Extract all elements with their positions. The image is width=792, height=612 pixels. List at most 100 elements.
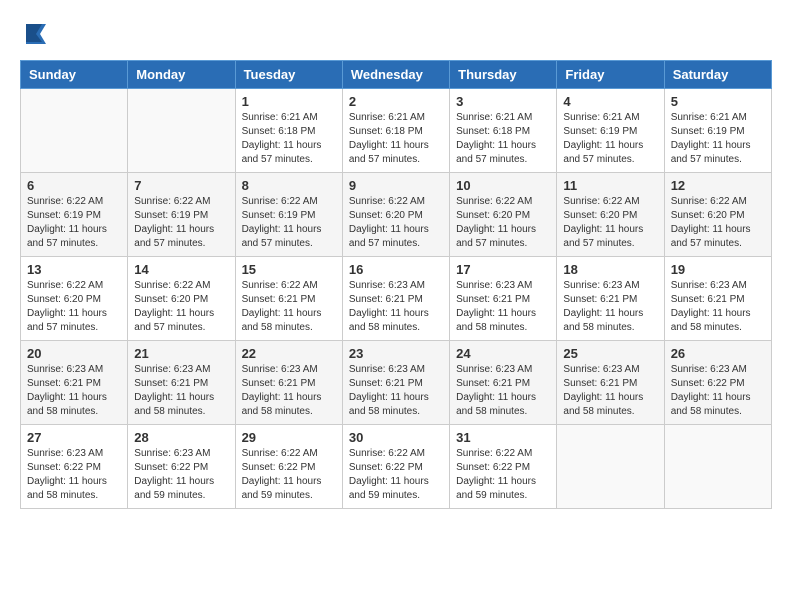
day-number: 19 (671, 262, 765, 277)
day-info: Sunrise: 6:21 AM Sunset: 6:19 PM Dayligh… (563, 111, 657, 167)
calendar-cell: 30 Sunrise: 6:22 AM Sunset: 6:22 PM Dayli… (342, 425, 449, 509)
day-info: Sunrise: 6:21 AM Sunset: 6:18 PM Dayligh… (242, 111, 336, 167)
day-number: 16 (349, 262, 443, 277)
day-info: Sunrise: 6:23 AM Sunset: 6:21 PM Dayligh… (349, 279, 443, 335)
day-number: 10 (456, 178, 550, 193)
day-info: Sunrise: 6:22 AM Sunset: 6:22 PM Dayligh… (456, 447, 550, 503)
calendar-cell: 2Sunrise: 6:21 AM Sunset: 6:18 PM Daylig… (342, 89, 449, 173)
day-info: Sunrise: 6:23 AM Sunset: 6:22 PM Dayligh… (671, 363, 765, 419)
calendar-cell: 7 Sunrise: 6:22 AM Sunset: 6:19 PM Daylig… (128, 173, 235, 257)
day-info: Sunrise: 6:22 AM Sunset: 6:22 PM Dayligh… (242, 447, 336, 503)
weekday-header-saturday: Saturday (664, 61, 771, 89)
calendar-cell: 22Sunrise: 6:23 AM Sunset: 6:21 PM Dayli… (235, 341, 342, 425)
calendar-cell: 15 Sunrise: 6:22 AM Sunset: 6:21 PM Dayli… (235, 257, 342, 341)
calendar-cell: 3 Sunrise: 6:21 AM Sunset: 6:18 PM Daylig… (450, 89, 557, 173)
calendar-cell (664, 425, 771, 509)
day-number: 30 (349, 430, 443, 445)
day-number: 24 (456, 346, 550, 361)
day-info: Sunrise: 6:22 AM Sunset: 6:19 PM Dayligh… (27, 195, 121, 251)
day-number: 29 (242, 430, 336, 445)
day-number: 5 (671, 94, 765, 109)
day-info: Sunrise: 6:23 AM Sunset: 6:21 PM Dayligh… (671, 279, 765, 335)
day-number: 27 (27, 430, 121, 445)
calendar-cell: 19 Sunrise: 6:23 AM Sunset: 6:21 PM Dayli… (664, 257, 771, 341)
day-number: 25 (563, 346, 657, 361)
day-info: Sunrise: 6:22 AM Sunset: 6:20 PM Dayligh… (134, 279, 228, 335)
calendar-cell: 21 Sunrise: 6:23 AM Sunset: 6:21 PM Dayli… (128, 341, 235, 425)
day-number: 28 (134, 430, 228, 445)
day-number: 22 (242, 346, 336, 361)
calendar-cell: 24 Sunrise: 6:23 AM Sunset: 6:21 PM Dayli… (450, 341, 557, 425)
day-info: Sunrise: 6:22 AM Sunset: 6:19 PM Dayligh… (242, 195, 336, 251)
day-info: Sunrise: 6:23 AM Sunset: 6:21 PM Dayligh… (134, 363, 228, 419)
calendar-cell (21, 89, 128, 173)
calendar-cell: 6Sunrise: 6:22 AM Sunset: 6:19 PM Daylig… (21, 173, 128, 257)
weekday-header-wednesday: Wednesday (342, 61, 449, 89)
day-number: 8 (242, 178, 336, 193)
calendar-table: SundayMondayTuesdayWednesdayThursdayFrid… (20, 60, 772, 509)
day-info: Sunrise: 6:23 AM Sunset: 6:22 PM Dayligh… (27, 447, 121, 503)
day-number: 3 (456, 94, 550, 109)
calendar-week-row: 27 Sunrise: 6:23 AM Sunset: 6:22 PM Dayli… (21, 425, 772, 509)
day-number: 4 (563, 94, 657, 109)
day-number: 7 (134, 178, 228, 193)
calendar-week-row: 13Sunrise: 6:22 AM Sunset: 6:20 PM Dayli… (21, 257, 772, 341)
day-info: Sunrise: 6:22 AM Sunset: 6:20 PM Dayligh… (27, 279, 121, 335)
day-info: Sunrise: 6:22 AM Sunset: 6:22 PM Dayligh… (349, 447, 443, 503)
day-number: 12 (671, 178, 765, 193)
day-info: Sunrise: 6:22 AM Sunset: 6:20 PM Dayligh… (456, 195, 550, 251)
calendar-cell: 25 Sunrise: 6:23 AM Sunset: 6:21 PM Dayli… (557, 341, 664, 425)
day-number: 15 (242, 262, 336, 277)
day-info: Sunrise: 6:22 AM Sunset: 6:20 PM Dayligh… (349, 195, 443, 251)
weekday-header-row: SundayMondayTuesdayWednesdayThursdayFrid… (21, 61, 772, 89)
day-number: 21 (134, 346, 228, 361)
day-number: 1 (242, 94, 336, 109)
day-info: Sunrise: 6:22 AM Sunset: 6:21 PM Dayligh… (242, 279, 336, 335)
day-info: Sunrise: 6:23 AM Sunset: 6:21 PM Dayligh… (563, 279, 657, 335)
calendar-cell: 23Sunrise: 6:23 AM Sunset: 6:21 PM Dayli… (342, 341, 449, 425)
calendar-cell: 29 Sunrise: 6:22 AM Sunset: 6:22 PM Dayli… (235, 425, 342, 509)
calendar-cell: 18 Sunrise: 6:23 AM Sunset: 6:21 PM Dayli… (557, 257, 664, 341)
day-info: Sunrise: 6:23 AM Sunset: 6:21 PM Dayligh… (456, 279, 550, 335)
calendar-cell: 26 Sunrise: 6:23 AM Sunset: 6:22 PM Dayli… (664, 341, 771, 425)
day-info: Sunrise: 6:23 AM Sunset: 6:21 PM Dayligh… (349, 363, 443, 419)
calendar-cell: 28Sunrise: 6:23 AM Sunset: 6:22 PM Dayli… (128, 425, 235, 509)
day-info: Sunrise: 6:23 AM Sunset: 6:21 PM Dayligh… (456, 363, 550, 419)
day-info: Sunrise: 6:23 AM Sunset: 6:21 PM Dayligh… (563, 363, 657, 419)
day-info: Sunrise: 6:22 AM Sunset: 6:19 PM Dayligh… (134, 195, 228, 251)
calendar-cell: 13Sunrise: 6:22 AM Sunset: 6:20 PM Dayli… (21, 257, 128, 341)
day-number: 14 (134, 262, 228, 277)
day-number: 2 (349, 94, 443, 109)
calendar-week-row: 1 Sunrise: 6:21 AM Sunset: 6:18 PM Daylig… (21, 89, 772, 173)
calendar-week-row: 20Sunrise: 6:23 AM Sunset: 6:21 PM Dayli… (21, 341, 772, 425)
calendar-cell: 16 Sunrise: 6:23 AM Sunset: 6:21 PM Dayli… (342, 257, 449, 341)
calendar-cell: 1 Sunrise: 6:21 AM Sunset: 6:18 PM Daylig… (235, 89, 342, 173)
weekday-header-tuesday: Tuesday (235, 61, 342, 89)
day-info: Sunrise: 6:22 AM Sunset: 6:20 PM Dayligh… (671, 195, 765, 251)
day-number: 31 (456, 430, 550, 445)
day-number: 11 (563, 178, 657, 193)
weekday-header-sunday: Sunday (21, 61, 128, 89)
day-number: 18 (563, 262, 657, 277)
calendar-cell: 11Sunrise: 6:22 AM Sunset: 6:20 PM Dayli… (557, 173, 664, 257)
calendar-cell: 12 Sunrise: 6:22 AM Sunset: 6:20 PM Dayli… (664, 173, 771, 257)
calendar-cell: 14 Sunrise: 6:22 AM Sunset: 6:20 PM Dayli… (128, 257, 235, 341)
weekday-header-thursday: Thursday (450, 61, 557, 89)
day-info: Sunrise: 6:21 AM Sunset: 6:18 PM Dayligh… (456, 111, 550, 167)
calendar-cell: 9 Sunrise: 6:22 AM Sunset: 6:20 PM Daylig… (342, 173, 449, 257)
page-header (20, 20, 772, 44)
calendar-cell (557, 425, 664, 509)
logo (20, 20, 50, 44)
calendar-cell: 27 Sunrise: 6:23 AM Sunset: 6:22 PM Dayli… (21, 425, 128, 509)
day-info: Sunrise: 6:23 AM Sunset: 6:21 PM Dayligh… (27, 363, 121, 419)
weekday-header-monday: Monday (128, 61, 235, 89)
calendar-cell: 17 Sunrise: 6:23 AM Sunset: 6:21 PM Dayli… (450, 257, 557, 341)
day-number: 26 (671, 346, 765, 361)
calendar-cell: 8 Sunrise: 6:22 AM Sunset: 6:19 PM Daylig… (235, 173, 342, 257)
logo-flag-icon (22, 20, 50, 48)
day-number: 9 (349, 178, 443, 193)
calendar-cell: 10 Sunrise: 6:22 AM Sunset: 6:20 PM Dayli… (450, 173, 557, 257)
calendar-cell: 31 Sunrise: 6:22 AM Sunset: 6:22 PM Dayli… (450, 425, 557, 509)
day-number: 17 (456, 262, 550, 277)
calendar-cell (128, 89, 235, 173)
